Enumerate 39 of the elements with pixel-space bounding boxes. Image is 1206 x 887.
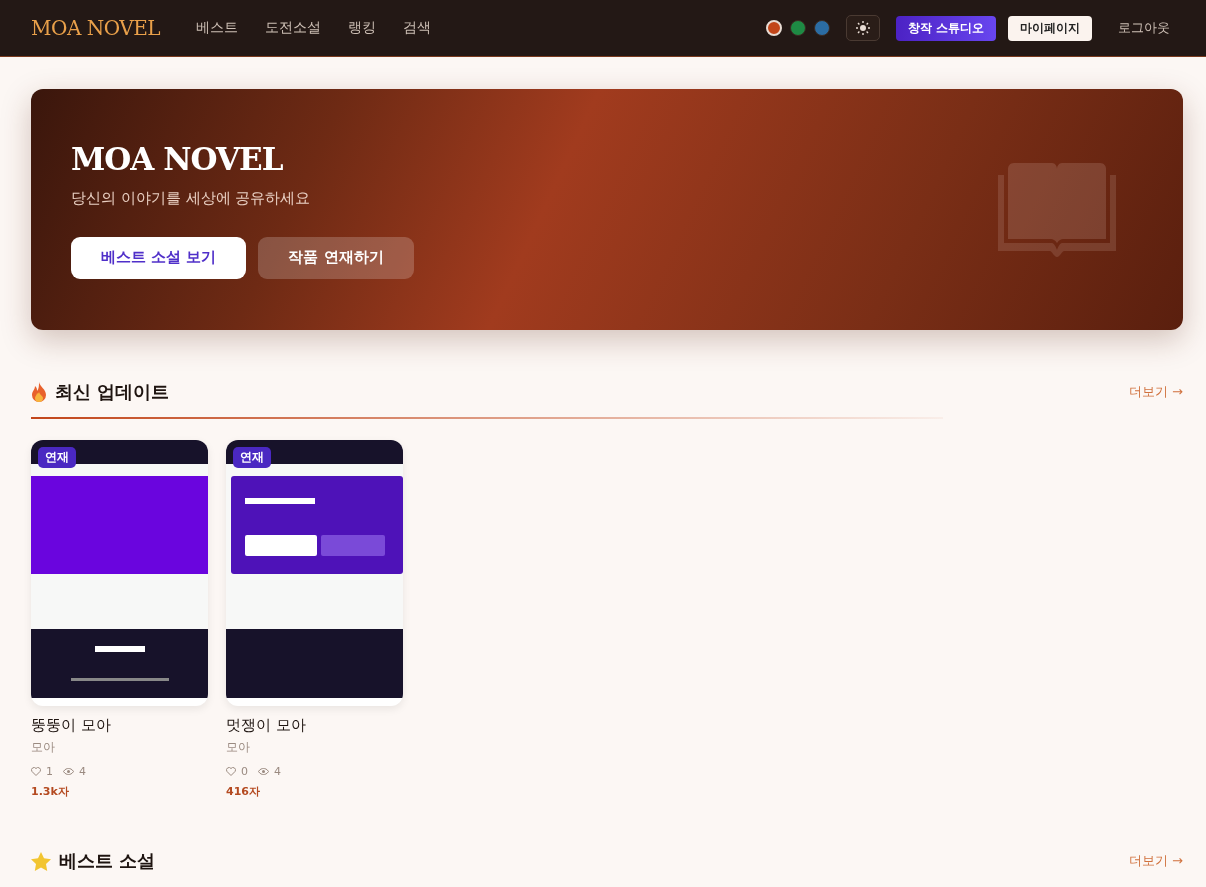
novel-author: 모아: [226, 739, 251, 756]
nav-link[interactable]: 베스트: [196, 19, 239, 37]
nav-link[interactable]: 도전소설: [265, 19, 322, 37]
novel-title[interactable]: 뚱뚱이 모아: [31, 716, 208, 735]
serial-badge: 연재: [38, 447, 76, 468]
hero-button[interactable]: 작품 연재하기: [258, 236, 414, 279]
heart-icon: [226, 767, 236, 776]
hero-title: MOA NOVEL: [71, 140, 284, 177]
mypage-button[interactable]: 마이페이지: [1008, 15, 1092, 41]
section-title: 베스트 소설: [59, 849, 156, 873]
section-title: 최신 업데이트: [55, 380, 170, 404]
serial-badge: 연재: [233, 447, 271, 468]
view-count: 4: [274, 765, 281, 778]
hero-subtitle: 당신의 이야기를 세상에 공유하세요: [71, 188, 312, 208]
book-icon: [998, 162, 1116, 257]
like-count: 1: [46, 765, 53, 778]
logout-link[interactable]: 로그아웃: [1118, 19, 1170, 37]
star-icon: [31, 851, 51, 871]
studio-button[interactable]: 창작 스튜디오: [895, 15, 996, 41]
heart-icon: [31, 767, 41, 776]
novel-cover[interactable]: 연재: [31, 440, 208, 706]
site-logo[interactable]: MOA NOVEL: [31, 16, 161, 40]
novel-title[interactable]: 멋쟁이 모아: [226, 716, 403, 735]
novel-author: 모아: [31, 739, 56, 756]
flame-icon: [31, 382, 47, 402]
like-count: 0: [241, 765, 248, 778]
eye-icon: [63, 768, 74, 775]
theme-swatch[interactable]: [789, 20, 806, 36]
view-count: 4: [79, 765, 86, 778]
character-count: 1.3k자: [31, 784, 70, 799]
nav-link[interactable]: 랭킹: [348, 19, 377, 37]
theme-toggle-button[interactable]: [845, 15, 880, 41]
theme-swatch[interactable]: [813, 20, 830, 36]
character-count: 416자: [226, 784, 261, 799]
hero-button[interactable]: 베스트 소설 보기: [71, 236, 247, 279]
eye-icon: [258, 768, 269, 775]
sun-icon: [855, 21, 870, 35]
nav-link[interactable]: 검색: [403, 19, 432, 37]
novel-cover[interactable]: 연재: [226, 440, 403, 706]
